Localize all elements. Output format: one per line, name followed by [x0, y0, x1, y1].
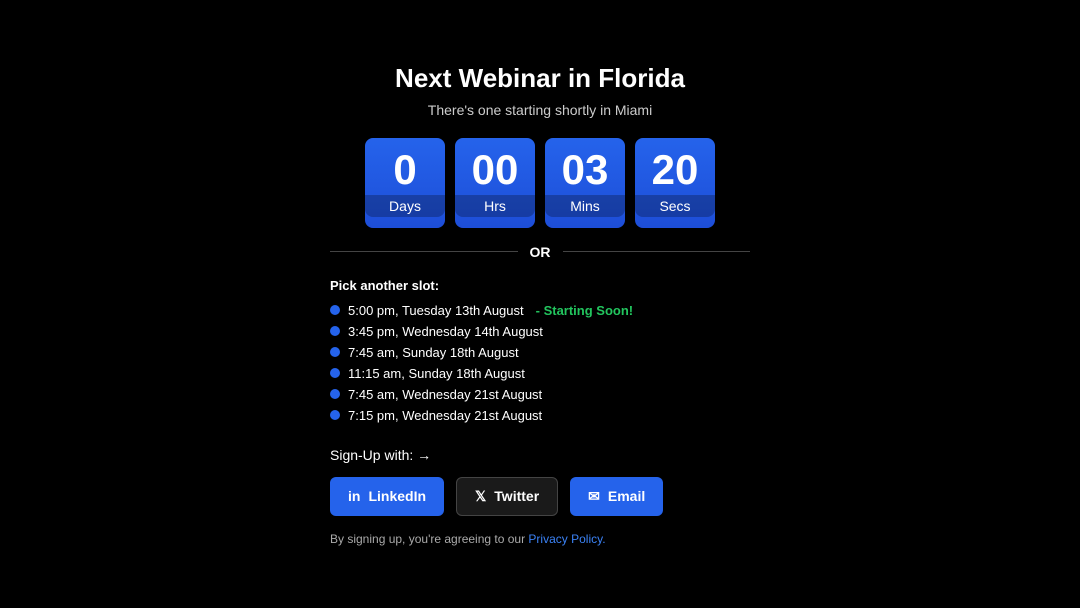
- privacy-notice: By signing up, you're agreeing to our Pr…: [330, 532, 606, 546]
- countdown-hrs: 00 Hrs: [455, 138, 535, 228]
- list-item[interactable]: 11:15 am, Sunday 18th August: [330, 366, 750, 381]
- twitter-button[interactable]: 𝕏 Twitter: [456, 477, 558, 516]
- slot-time: 5:00 pm, Tuesday 13th August: [348, 303, 524, 318]
- linkedin-icon: in: [348, 488, 360, 504]
- privacy-text-content: By signing up, you're agreeing to our: [330, 532, 528, 546]
- list-item[interactable]: 7:45 am, Wednesday 21st August: [330, 387, 750, 402]
- countdown-mins: 03 Mins: [545, 138, 625, 228]
- slot-time: 7:15 pm, Wednesday 21st August: [348, 408, 542, 423]
- mins-value: 03: [562, 149, 609, 191]
- slot-list: 5:00 pm, Tuesday 13th August - Starting …: [330, 303, 750, 429]
- twitter-label: Twitter: [494, 488, 539, 504]
- slot-dot: [330, 389, 340, 399]
- social-buttons-group: in LinkedIn 𝕏 Twitter ✉ Email: [330, 477, 663, 516]
- slot-time: 7:45 am, Sunday 18th August: [348, 345, 519, 360]
- slot-dot: [330, 305, 340, 315]
- hrs-value: 00: [472, 149, 519, 191]
- signup-label: Sign-Up with: →: [330, 447, 431, 463]
- days-value: 0: [393, 149, 416, 191]
- slot-dot: [330, 368, 340, 378]
- or-line-right: [563, 251, 751, 252]
- secs-label: Secs: [635, 195, 715, 217]
- email-button[interactable]: ✉ Email: [570, 477, 663, 516]
- page-subtitle: There's one starting shortly in Miami: [428, 102, 652, 118]
- list-item[interactable]: 7:45 am, Sunday 18th August: [330, 345, 750, 360]
- list-item[interactable]: 5:00 pm, Tuesday 13th August - Starting …: [330, 303, 750, 318]
- main-container: Next Webinar in Florida There's one star…: [330, 63, 750, 546]
- email-label: Email: [608, 488, 645, 504]
- slot-dot: [330, 326, 340, 336]
- page-title: Next Webinar in Florida: [395, 63, 685, 94]
- starting-soon-badge: - Starting Soon!: [536, 303, 634, 318]
- linkedin-button[interactable]: in LinkedIn: [330, 477, 444, 516]
- slot-dot: [330, 410, 340, 420]
- countdown-secs: 20 Secs: [635, 138, 715, 228]
- linkedin-label: LinkedIn: [368, 488, 426, 504]
- slot-time: 11:15 am, Sunday 18th August: [348, 366, 525, 381]
- countdown-timer: 0 Days 00 Hrs 03 Mins 20 Secs: [365, 138, 715, 228]
- hrs-label: Hrs: [455, 195, 535, 217]
- slot-time: 3:45 pm, Wednesday 14th August: [348, 324, 543, 339]
- twitter-icon: 𝕏: [475, 488, 486, 505]
- list-item[interactable]: 7:15 pm, Wednesday 21st August: [330, 408, 750, 423]
- days-label: Days: [365, 195, 445, 217]
- slot-time: 7:45 am, Wednesday 21st August: [348, 387, 542, 402]
- mins-label: Mins: [545, 195, 625, 217]
- email-icon: ✉: [588, 488, 600, 505]
- slot-dot: [330, 347, 340, 357]
- or-text: OR: [530, 244, 551, 260]
- pick-slot-label: Pick another slot:: [330, 278, 439, 293]
- or-divider: OR: [330, 244, 750, 260]
- countdown-days: 0 Days: [365, 138, 445, 228]
- or-line-left: [330, 251, 518, 252]
- list-item[interactable]: 3:45 pm, Wednesday 14th August: [330, 324, 750, 339]
- privacy-policy-link[interactable]: Privacy Policy.: [528, 532, 605, 546]
- secs-value: 20: [652, 149, 699, 191]
